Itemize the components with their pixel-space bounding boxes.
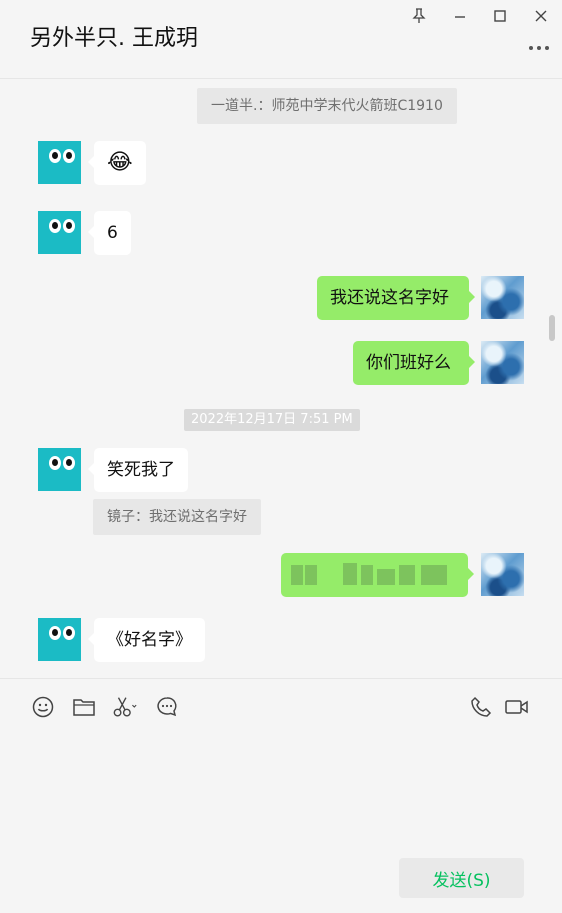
maximize-icon[interactable] [489, 6, 511, 26]
folder-icon[interactable] [71, 694, 97, 720]
contact-avatar[interactable] [38, 618, 81, 661]
message-bubble-incoming[interactable]: 6 [88, 211, 131, 255]
my-avatar[interactable] [481, 276, 524, 319]
timestamp: 2022年12月17日 7:51 PM [184, 409, 360, 431]
phone-icon[interactable] [468, 694, 494, 720]
quote-reference[interactable]: 一道半.：师苑中学末代火箭班C1910 [197, 88, 457, 124]
scissors-icon[interactable] [112, 694, 138, 720]
message-bubble-outgoing[interactable]: 我还说这名字好 [317, 276, 475, 320]
chat-header: 另外半只. 王成玥 [0, 0, 562, 79]
message-bubble-incoming[interactable]: 😂 [88, 141, 146, 185]
message-bubble-outgoing[interactable]: 你们班好么 [353, 341, 475, 385]
message-bubble-incoming[interactable]: 笑死我了 [88, 448, 188, 492]
my-avatar[interactable] [481, 341, 524, 384]
contact-avatar[interactable] [38, 211, 81, 254]
more-options-icon[interactable] [526, 38, 552, 58]
scrollbar-thumb[interactable] [549, 315, 555, 341]
quote-reference[interactable]: 镜子：我还说这名字好 [93, 499, 261, 535]
chat-title: 另外半只. 王成玥 [30, 26, 198, 51]
message-input[interactable] [20, 730, 540, 845]
divider [0, 678, 562, 679]
close-icon[interactable] [530, 6, 552, 26]
chat-bubble-icon[interactable] [154, 694, 180, 720]
pin-icon[interactable] [408, 6, 430, 26]
message-list[interactable]: 一道半.：师苑中学末代火箭班C1910 😂 6 我还说这名字好 你们班好么 20… [0, 79, 562, 678]
message-bubble-outgoing-blurred[interactable] [281, 553, 474, 597]
video-icon[interactable] [503, 694, 531, 720]
my-avatar[interactable] [481, 553, 524, 596]
message-bubble-incoming[interactable]: 《好名字》 [88, 618, 205, 662]
minimize-icon[interactable] [449, 6, 471, 26]
contact-avatar[interactable] [38, 448, 81, 491]
emoji-icon[interactable] [30, 694, 56, 720]
contact-avatar[interactable] [38, 141, 81, 184]
send-button[interactable]: 发送(S) [399, 858, 524, 898]
